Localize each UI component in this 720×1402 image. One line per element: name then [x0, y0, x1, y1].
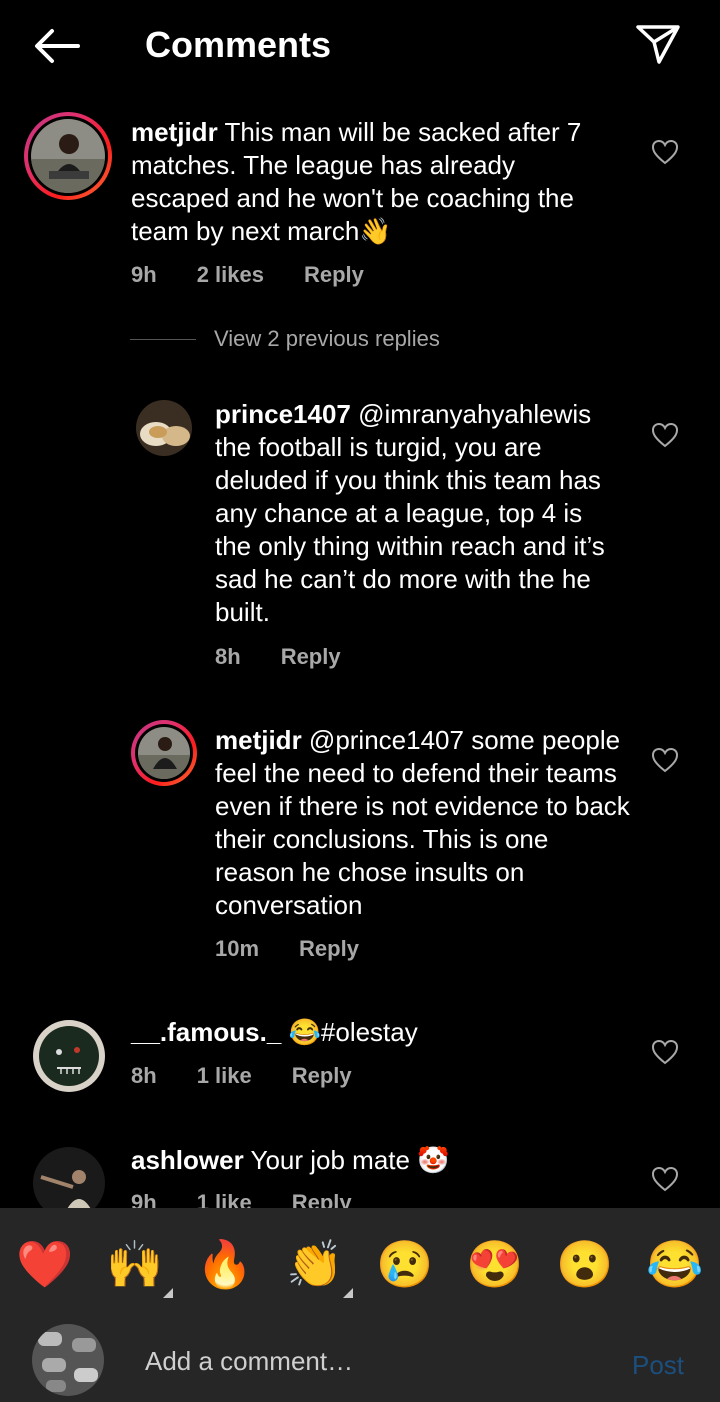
reply-meta: 8h Reply: [215, 644, 381, 670]
comment-time: 9h: [131, 1190, 157, 1208]
raised-hands-emoji: 🙌: [106, 1238, 164, 1290]
reply-button[interactable]: Reply: [304, 262, 364, 288]
reaction-laughing[interactable]: 😂: [645, 1234, 705, 1294]
comment-text: 😂#olestay: [288, 1017, 418, 1047]
reaction-heart-eyes[interactable]: 😍: [465, 1234, 525, 1294]
reply-button[interactable]: Reply: [292, 1063, 352, 1089]
reply-username[interactable]: prince1407: [215, 399, 351, 429]
skin-tone-indicator-icon: [343, 1288, 353, 1298]
reply-text: @imranyahyahlewis the football is turgid…: [215, 399, 605, 627]
reaction-heart[interactable]: ❤️: [15, 1234, 75, 1294]
user-avatar: [32, 1324, 104, 1396]
heart-icon[interactable]: [651, 1039, 679, 1065]
reaction-clap[interactable]: 👏: [285, 1234, 353, 1298]
clap-emoji: 👏: [286, 1238, 344, 1290]
reply-body: metjidr @prince1407 some people feel the…: [215, 724, 635, 922]
reply-body: prince1407 @imranyahyahlewis the footbal…: [215, 398, 620, 629]
comment-meta: 8h 1 like Reply: [131, 1063, 392, 1089]
comment-body: __.famous._ 😂#olestay: [131, 1016, 631, 1049]
reaction-fire[interactable]: 🔥: [195, 1234, 255, 1294]
reply-button[interactable]: Reply: [299, 936, 359, 962]
heart-icon[interactable]: [651, 1166, 679, 1192]
divider: [130, 338, 196, 340]
reaction-surprised[interactable]: 😮: [555, 1234, 615, 1294]
comment-body: ashlower Your job mate 🤡: [131, 1144, 631, 1177]
avatar[interactable]: [24, 112, 112, 200]
post-button[interactable]: Post: [632, 1350, 684, 1381]
comment-text: Your job mate 🤡: [250, 1145, 450, 1175]
heart-icon[interactable]: [651, 422, 679, 448]
avatar[interactable]: [33, 1147, 105, 1208]
comment-meta: 9h 1 like Reply: [131, 1190, 392, 1208]
skin-tone-indicator-icon: [163, 1288, 173, 1298]
composer-bar: ❤️ 🙌 🔥 👏 😢 😍 😮 😂 Add a comment… Post: [0, 1208, 720, 1402]
avatar[interactable]: [136, 400, 192, 456]
reply-time: 10m: [215, 936, 260, 961]
comment-input[interactable]: Add a comment…: [145, 1346, 353, 1377]
reaction-crying[interactable]: 😢: [375, 1234, 435, 1294]
comment-likes[interactable]: 1 like: [197, 1190, 252, 1208]
comment-username[interactable]: __.famous._: [131, 1017, 281, 1047]
reaction-raised-hands[interactable]: 🙌: [105, 1234, 173, 1298]
avatar[interactable]: [33, 1020, 105, 1092]
heart-icon[interactable]: [651, 139, 679, 165]
avatar[interactable]: [131, 720, 197, 786]
reply-username[interactable]: metjidr: [215, 725, 302, 755]
heart-icon[interactable]: [651, 747, 679, 773]
quick-reactions: ❤️ 🙌 🔥 👏 😢 😍 😮 😂: [0, 1234, 720, 1304]
comments-list[interactable]: metjidr This man will be sacked after 7 …: [0, 0, 720, 1208]
view-replies-label: View 2 previous replies: [214, 326, 440, 351]
reply-meta: 10m Reply: [215, 936, 399, 962]
comment-meta: 9h 2 likes Reply: [131, 262, 404, 288]
reply-button[interactable]: Reply: [281, 644, 341, 670]
comment-body: metjidr This man will be sacked after 7 …: [131, 116, 611, 248]
reply-time: 8h: [215, 644, 241, 669]
comment-likes[interactable]: 2 likes: [197, 262, 264, 288]
comment-time: 9h: [131, 262, 157, 287]
reply-button[interactable]: Reply: [292, 1190, 352, 1208]
comment-time: 8h: [131, 1063, 157, 1088]
comment-likes[interactable]: 1 like: [197, 1063, 252, 1089]
view-previous-replies[interactable]: View 2 previous replies: [130, 326, 440, 352]
comment-username[interactable]: ashlower: [131, 1145, 244, 1175]
comment-username[interactable]: metjidr: [131, 117, 218, 147]
